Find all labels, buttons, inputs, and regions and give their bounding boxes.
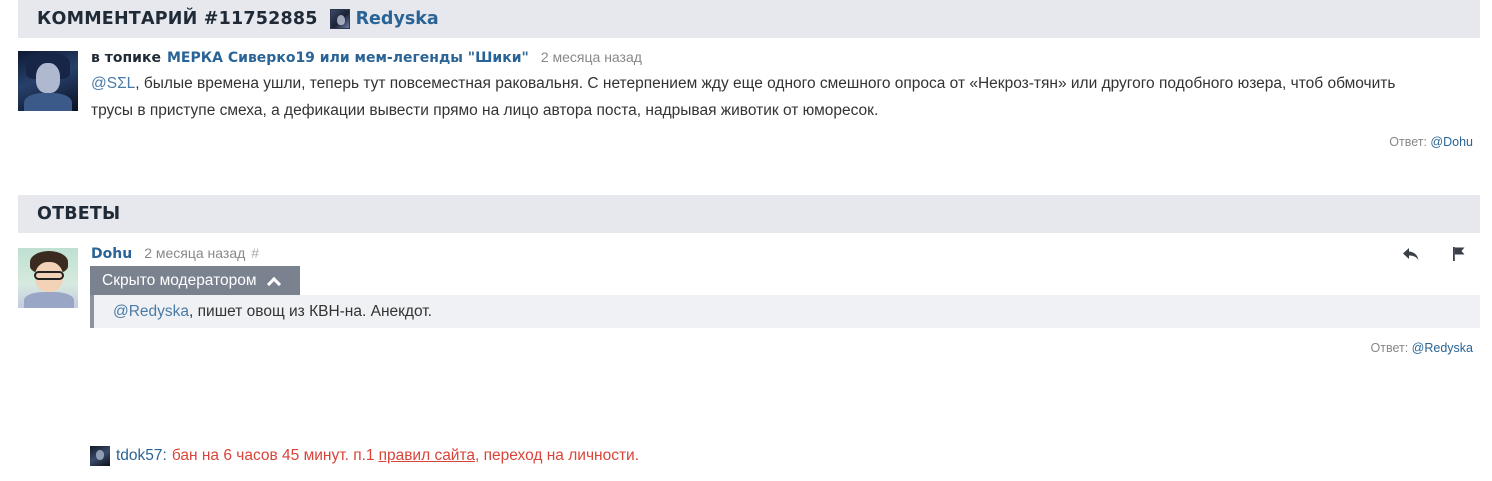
reply-author-avatar[interactable] (18, 248, 78, 308)
reply-mention-link[interactable]: @Redyska (113, 303, 189, 321)
mention-link[interactable]: @SΣL (91, 75, 135, 92)
reply-text: , пишет овощ из КВН-на. Анекдот. (189, 302, 432, 320)
topic-prefix: в топике (91, 50, 161, 66)
replies-title: ОТВЕТЫ (37, 204, 121, 224)
ban-reason: бан на 6 часов 45 минут. п.1 (171, 447, 375, 464)
reply-time: 2 месяца назад (144, 245, 246, 261)
reply-reply-to: Ответ: @Redyska (1371, 341, 1474, 355)
comment-title: КОММЕНТАРИЙ #11752885 (37, 9, 318, 29)
author-avatar-small[interactable] (329, 9, 350, 29)
permalink-hash[interactable]: # (251, 245, 259, 261)
comment-author-avatar[interactable] (18, 51, 78, 111)
comment-header: КОММЕНТАРИЙ #11752885 Redyska (18, 0, 1480, 38)
topic-link[interactable]: МЕРКА Сиверко19 или мем-легенды "Шики" (167, 50, 529, 66)
flag-icon[interactable] (1450, 245, 1468, 263)
hidden-comment-body: @Redyska, пишет овощ из КВН-на. Анекдот. (90, 295, 1480, 328)
replies-header: ОТВЕТЫ (18, 195, 1480, 233)
ban-colon: : (162, 447, 167, 464)
reply-icon[interactable] (1402, 245, 1420, 263)
reply-to-label: Ответ: (1389, 135, 1427, 149)
reply-reply-to-user-link[interactable]: @Redyska (1412, 341, 1473, 355)
comment-text-line1: , былые времена ушли, теперь тут повсеме… (135, 75, 1396, 92)
comment-meta: в топике МЕРКА Сиверко19 или мем-легенды… (91, 49, 642, 66)
banned-user-link[interactable]: tdok57 (116, 447, 163, 465)
hidden-label-text: Скрыто модератором (102, 271, 257, 289)
reply-meta: Dohu 2 месяца назад # (91, 245, 259, 262)
site-rules-link[interactable]: правил сайта (379, 447, 475, 465)
comment-text-line2: трусы в приступе смеха, а дефикации выве… (91, 102, 879, 119)
reply-to: Ответ: @Dohu (1389, 135, 1473, 149)
chevron-up-icon (267, 275, 279, 287)
ban-notice: tdok57: бан на 6 часов 45 минут. п.1 пра… (90, 446, 639, 466)
reply-reply-to-label: Ответ: (1370, 341, 1409, 355)
ban-tail: , переход на личности. (475, 447, 640, 464)
reply-author-link[interactable]: Dohu (91, 246, 132, 262)
comment-text: @SΣL, былые времена ушли, теперь тут пов… (91, 70, 1471, 124)
comment-author-link[interactable]: Redyska (356, 9, 439, 29)
hidden-by-moderator-toggle[interactable]: Скрыто модератором (90, 266, 300, 295)
comment-time: 2 месяца назад (540, 49, 642, 65)
reply-to-user-link[interactable]: @Dohu (1430, 135, 1473, 149)
banned-user-avatar[interactable] (90, 446, 110, 466)
